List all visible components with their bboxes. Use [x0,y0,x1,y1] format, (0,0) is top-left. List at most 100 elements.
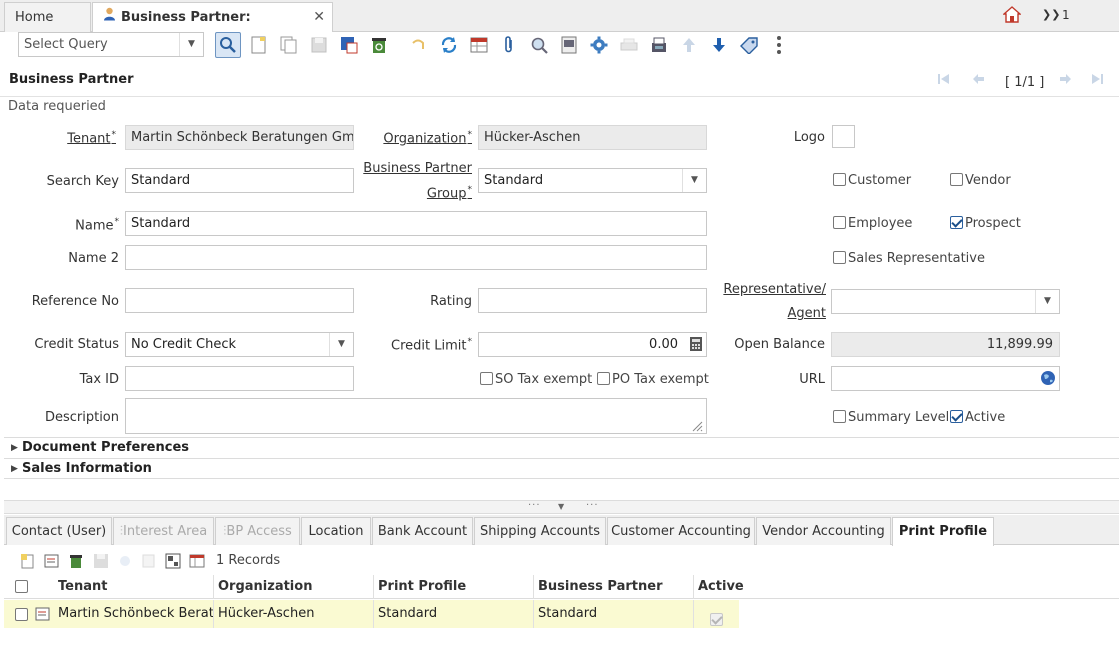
delete-button[interactable] [366,32,392,58]
grid-toggle-button[interactable] [466,32,492,58]
vendor-checkbox[interactable]: Vendor [950,173,1011,188]
tab-customer-accounting[interactable]: Customer Accounting [607,517,755,545]
next-record-icon[interactable] [1058,73,1072,89]
prospect-checkbox[interactable]: Prospect [950,216,1021,231]
product-info-button[interactable] [736,32,762,58]
customize-icon[interactable] [141,553,157,569]
last-record-icon[interactable] [1090,73,1104,89]
tenant-label[interactable]: Tenant* [67,130,116,146]
section-sales-information[interactable]: ▶ Sales Information [4,458,1119,479]
process-button[interactable] [586,32,612,58]
save-button[interactable] [306,32,332,58]
representative-select[interactable]: ▼ [831,289,1060,314]
representative-label-line2[interactable]: Agent [788,306,826,321]
collapse-icon[interactable]: ❯❯ [1042,8,1060,21]
bp-group-label-line2[interactable]: Group* [427,185,472,201]
chevron-down-icon[interactable]: ▼ [558,502,564,511]
credit-limit-input[interactable]: 0.00 [478,332,707,357]
reference-no-input[interactable] [125,288,354,313]
customer-checkbox[interactable]: Customer [833,173,911,188]
section-document-preferences[interactable]: ▶ Document Preferences [4,437,1119,458]
new-icon[interactable] [20,553,36,569]
calculator-icon[interactable] [689,336,703,356]
tenant-field[interactable]: Martin Schönbeck Beratungen GmbH [125,125,354,150]
previous-record-button[interactable] [676,32,702,58]
attachment-button[interactable] [496,32,522,58]
edit-row-icon[interactable] [35,606,51,626]
tab-bank-account[interactable]: Bank Account [372,517,473,545]
print-button[interactable] [616,32,642,58]
recycle-icon [372,38,386,53]
undo-button[interactable] [405,32,431,58]
open-balance-label: Open Balance [734,337,825,352]
chevron-down-icon[interactable]: ▼ [179,33,203,56]
export-icon[interactable] [165,553,181,569]
bp-group-label-line1[interactable]: Business Partner [363,161,472,176]
column-header-tenant[interactable]: Tenant [54,575,214,599]
find-button[interactable] [215,32,241,58]
report-button[interactable] [556,32,582,58]
tab-vendor-accounting[interactable]: Vendor Accounting [756,517,891,545]
copy-record-button[interactable] [276,32,302,58]
row-select-checkbox[interactable] [15,608,30,623]
save-icon[interactable] [93,553,109,569]
organization-field[interactable]: Hücker-Aschen [478,125,707,150]
table-icon[interactable] [189,553,205,569]
refresh-button[interactable] [436,32,462,58]
chevron-down-icon[interactable]: ▼ [329,333,353,356]
chevron-down-icon[interactable]: ▼ [1035,290,1059,313]
globe-icon[interactable] [1040,370,1056,390]
zoom-across-button[interactable] [526,32,552,58]
checkbox-checked-icon [710,613,723,626]
column-header-print-profile[interactable]: Print Profile [374,575,534,599]
delete-icon[interactable] [68,553,84,569]
more-vertical-icon [777,36,781,54]
first-record-icon[interactable] [937,73,951,89]
tab-location[interactable]: Location [301,517,371,545]
home-icon[interactable] [1002,6,1022,27]
tab-business-partner[interactable]: Business Partner: Standard ... ✕ [92,2,333,54]
panel-splitter[interactable]: ··· ▼ ··· [4,500,1119,514]
representative-label-line1[interactable]: Representative/ [723,282,826,297]
table-row[interactable]: Martin Schönbeck Berat... Hücker-Aschen … [4,600,739,628]
summary-level-checkbox[interactable]: Summary Level [833,410,949,425]
url-input[interactable] [831,366,1060,391]
edit-icon[interactable] [44,553,60,569]
circle-icon[interactable] [117,553,133,569]
tab-interest-area[interactable]: ⫶Interest Area [113,517,214,545]
tab-bp-access[interactable]: ⫶BP Access [215,517,300,545]
tab-contact-user[interactable]: Contact (User) [6,517,112,545]
active-checkbox[interactable]: Active [950,410,1005,425]
bp-group-select[interactable]: Standard ▼ [478,168,707,193]
next-record-button[interactable] [706,32,732,58]
resize-grip-icon[interactable] [691,420,703,436]
tab-print-profile[interactable]: Print Profile [892,517,994,546]
column-header-active[interactable]: Active [694,575,744,599]
select-all-checkbox[interactable] [15,580,30,595]
search-key-input[interactable]: Standard [125,168,354,193]
so-tax-exempt-checkbox[interactable]: SO Tax exempt [480,372,592,387]
tax-id-input[interactable] [125,366,354,391]
chevron-down-icon[interactable]: ▼ [682,169,706,192]
description-textarea[interactable] [125,398,707,434]
column-header-business-partner[interactable]: Business Partner [534,575,694,599]
close-icon[interactable]: ✕ [313,3,325,32]
tab-shipping-accounts[interactable]: Shipping Accounts [474,517,606,545]
employee-checkbox[interactable]: Employee [833,216,912,231]
logo-image-field[interactable] [832,125,855,148]
rating-input[interactable] [478,288,707,313]
archive-button[interactable] [646,32,672,58]
more-options-button[interactable] [766,32,792,58]
new-record-button[interactable] [246,32,272,58]
credit-status-select[interactable]: No Credit Check ▼ [125,332,354,357]
po-tax-exempt-checkbox[interactable]: PO Tax exempt [597,372,709,387]
previous-record-icon[interactable] [972,73,986,89]
sales-rep-checkbox[interactable]: Sales Representative [833,251,985,266]
save-new-button[interactable] [336,32,362,58]
organization-label[interactable]: Organization* [383,130,472,146]
name2-input[interactable] [125,245,707,270]
select-query-dropdown[interactable]: Select Query ▼ [18,32,204,57]
tab-home[interactable]: Home (13) [4,2,91,54]
name-input[interactable]: Standard [125,211,707,236]
column-header-organization[interactable]: Organization [214,575,374,599]
